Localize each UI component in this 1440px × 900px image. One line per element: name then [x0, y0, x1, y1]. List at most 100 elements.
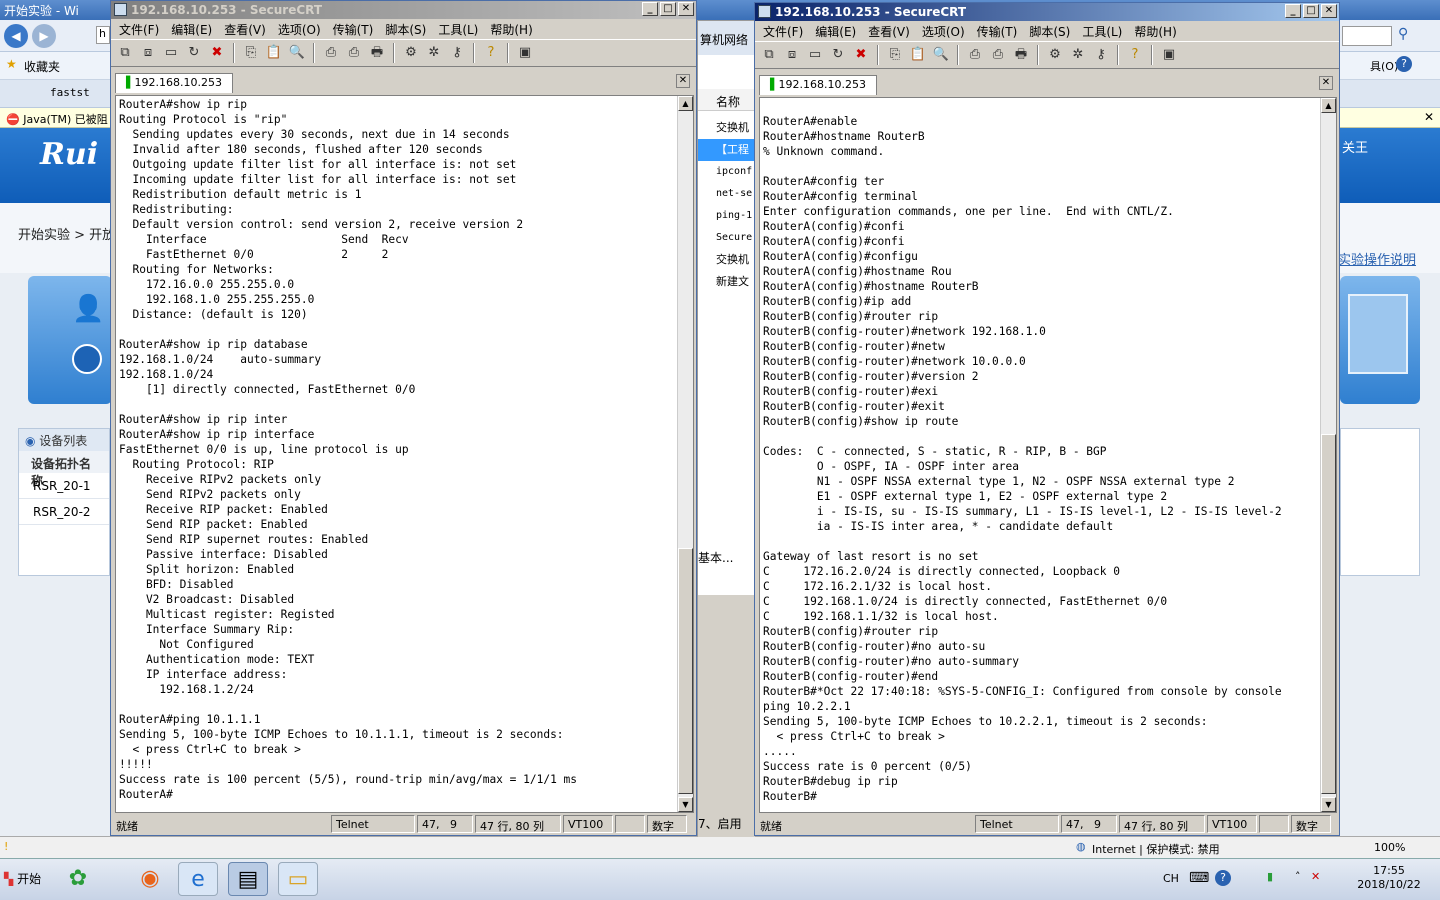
menu-script[interactable]: 脚本(S) [1023, 22, 1076, 40]
sftp-icon[interactable]: ▣ [515, 43, 535, 63]
header-link[interactable]: 关王 [1342, 137, 1368, 156]
scroll-down-icon[interactable]: ▼ [678, 797, 693, 812]
pinwheel-icon[interactable]: ✿ [58, 862, 98, 896]
avatar[interactable] [72, 344, 102, 374]
back-icon[interactable]: ◀ [4, 24, 28, 48]
close-button[interactable]: ✕ [1321, 4, 1337, 18]
browser-tab[interactable]: fastst [50, 86, 90, 99]
terminal-area[interactable]: RouterA#show ip rip Routing Protocol is … [115, 95, 694, 813]
start-button[interactable]: ▚ 开始 [0, 860, 52, 898]
menu-view[interactable]: 查看(V) [862, 22, 916, 40]
help-icon[interactable]: ? [481, 43, 501, 63]
file-item[interactable]: Secure [698, 227, 755, 249]
connect-tab-icon[interactable]: ▭ [161, 43, 181, 63]
terminal-area[interactable]: RouterA#enable RouterA#hostname RouterB … [759, 97, 1337, 813]
paste-icon[interactable]: 📋 [908, 45, 928, 65]
file-item-selected[interactable]: 【工程 [698, 139, 755, 161]
keyboard-icon[interactable]: ⌨ [1189, 870, 1209, 886]
minimize-button[interactable]: _ [1285, 4, 1301, 18]
menu-transfer[interactable]: 传输(T) [327, 20, 380, 38]
file-item[interactable]: ipconf [698, 161, 755, 183]
sftp-icon[interactable]: ▣ [1159, 45, 1179, 65]
menu-transfer[interactable]: 传输(T) [971, 22, 1024, 40]
minimize-button[interactable]: _ [642, 2, 658, 16]
find-icon[interactable]: 🔍 [287, 43, 307, 63]
tab-close-icon[interactable]: ✕ [1319, 76, 1333, 90]
disconnect-icon[interactable]: ✖ [851, 45, 871, 65]
scroll-thumb[interactable] [1321, 434, 1336, 794]
forward-icon[interactable]: ▶ [32, 24, 56, 48]
print-setup-icon[interactable]: ⎙ [321, 43, 341, 63]
help-icon[interactable]: ? [1396, 56, 1412, 72]
menu-file[interactable]: 文件(F) [113, 20, 165, 38]
scroll-down-icon[interactable]: ▼ [1321, 797, 1336, 812]
reconnect-icon[interactable]: ↻ [184, 43, 204, 63]
securecrt-task-icon[interactable]: ▤ [228, 862, 268, 896]
file-item[interactable]: 新建文 [698, 271, 755, 293]
print-screen-icon[interactable]: ⎙ [988, 45, 1008, 65]
ie-icon[interactable]: e [178, 862, 218, 896]
vertical-scrollbar[interactable]: ▲ ▼ [1320, 98, 1336, 812]
disconnect-icon[interactable]: ✖ [207, 43, 227, 63]
menu-file[interactable]: 文件(F) [757, 22, 809, 40]
maximize-button[interactable]: □ [1303, 4, 1319, 18]
key-icon[interactable]: ⚷ [447, 43, 467, 63]
menu-tools[interactable]: 工具(L) [1076, 22, 1128, 40]
session-tab[interactable]: ▌192.168.10.253 [759, 75, 877, 95]
firefox-icon[interactable]: ◉ [130, 862, 170, 896]
scroll-thumb[interactable] [678, 548, 693, 794]
print-setup-icon[interactable]: ⎙ [965, 45, 985, 65]
key-icon[interactable]: ⚷ [1091, 45, 1111, 65]
clock[interactable]: 17:55 2018/10/22 [1354, 864, 1424, 892]
quick-connect-icon[interactable]: ⧈ [138, 43, 158, 63]
menu-options[interactable]: 选项(O) [272, 20, 327, 38]
column-header-name[interactable]: 名称 [698, 89, 755, 111]
help-icon[interactable]: ? [1125, 45, 1145, 65]
maximize-button[interactable]: □ [660, 2, 676, 16]
close-button[interactable]: ✕ [678, 2, 694, 16]
find-icon[interactable]: 🔍 [931, 45, 951, 65]
session-tab[interactable]: ▌192.168.10.253 [115, 73, 233, 93]
session-options-icon[interactable]: ⚙ [1045, 45, 1065, 65]
menu-help[interactable]: 帮助(H) [484, 20, 538, 38]
search-icon[interactable]: ⚲ [1398, 26, 1418, 46]
tools-menu[interactable]: 具(O) [1370, 58, 1398, 74]
scroll-up-icon[interactable]: ▲ [678, 96, 693, 111]
reconnect-icon[interactable]: ↻ [828, 45, 848, 65]
file-item[interactable]: 交换机 [698, 249, 755, 271]
connect-icon[interactable]: ⧉ [759, 45, 779, 65]
menu-edit[interactable]: 编辑(E) [165, 20, 218, 38]
zoom-level[interactable]: 100% [1374, 841, 1405, 854]
file-item[interactable]: 交换机 [698, 117, 755, 139]
tab-close-icon[interactable]: ✕ [676, 74, 690, 88]
print-screen-icon[interactable]: ⎙ [344, 43, 364, 63]
quick-connect-icon[interactable]: ⧈ [782, 45, 802, 65]
connect-tab-icon[interactable]: ▭ [805, 45, 825, 65]
menu-script[interactable]: 脚本(S) [379, 20, 432, 38]
global-options-icon[interactable]: ✲ [424, 43, 444, 63]
folder-icon[interactable]: ▭ [278, 862, 318, 896]
lab-guide-link[interactable]: 实验操作说明 [1338, 249, 1416, 268]
address-input[interactable]: h [96, 26, 110, 44]
session-options-icon[interactable]: ⚙ [401, 43, 421, 63]
print-icon[interactable]: 🖶 [1011, 45, 1031, 65]
menu-help[interactable]: 帮助(H) [1128, 22, 1182, 40]
device-row[interactable]: RSR_20-2 [19, 499, 109, 525]
menu-options[interactable]: 选项(O) [916, 22, 971, 40]
menu-edit[interactable]: 编辑(E) [809, 22, 862, 40]
menu-view[interactable]: 查看(V) [218, 20, 272, 38]
copy-icon[interactable]: ⎘ [241, 43, 261, 63]
show-hidden-icon[interactable]: ˄ [1295, 870, 1301, 883]
network-icon[interactable]: ✕ [1311, 870, 1320, 883]
battery-icon[interactable]: ▮ [1267, 870, 1273, 883]
global-options-icon[interactable]: ✲ [1068, 45, 1088, 65]
file-item[interactable]: ping-1 [698, 205, 755, 227]
search-box[interactable] [1342, 26, 1392, 46]
scroll-up-icon[interactable]: ▲ [1321, 98, 1336, 113]
paste-icon[interactable]: 📋 [264, 43, 284, 63]
help-icon[interactable]: ? [1215, 870, 1231, 886]
vertical-scrollbar[interactable]: ▲ ▼ [677, 96, 693, 812]
close-icon[interactable]: ✕ [1424, 110, 1434, 124]
copy-icon[interactable]: ⎘ [885, 45, 905, 65]
connect-icon[interactable]: ⧉ [115, 43, 135, 63]
